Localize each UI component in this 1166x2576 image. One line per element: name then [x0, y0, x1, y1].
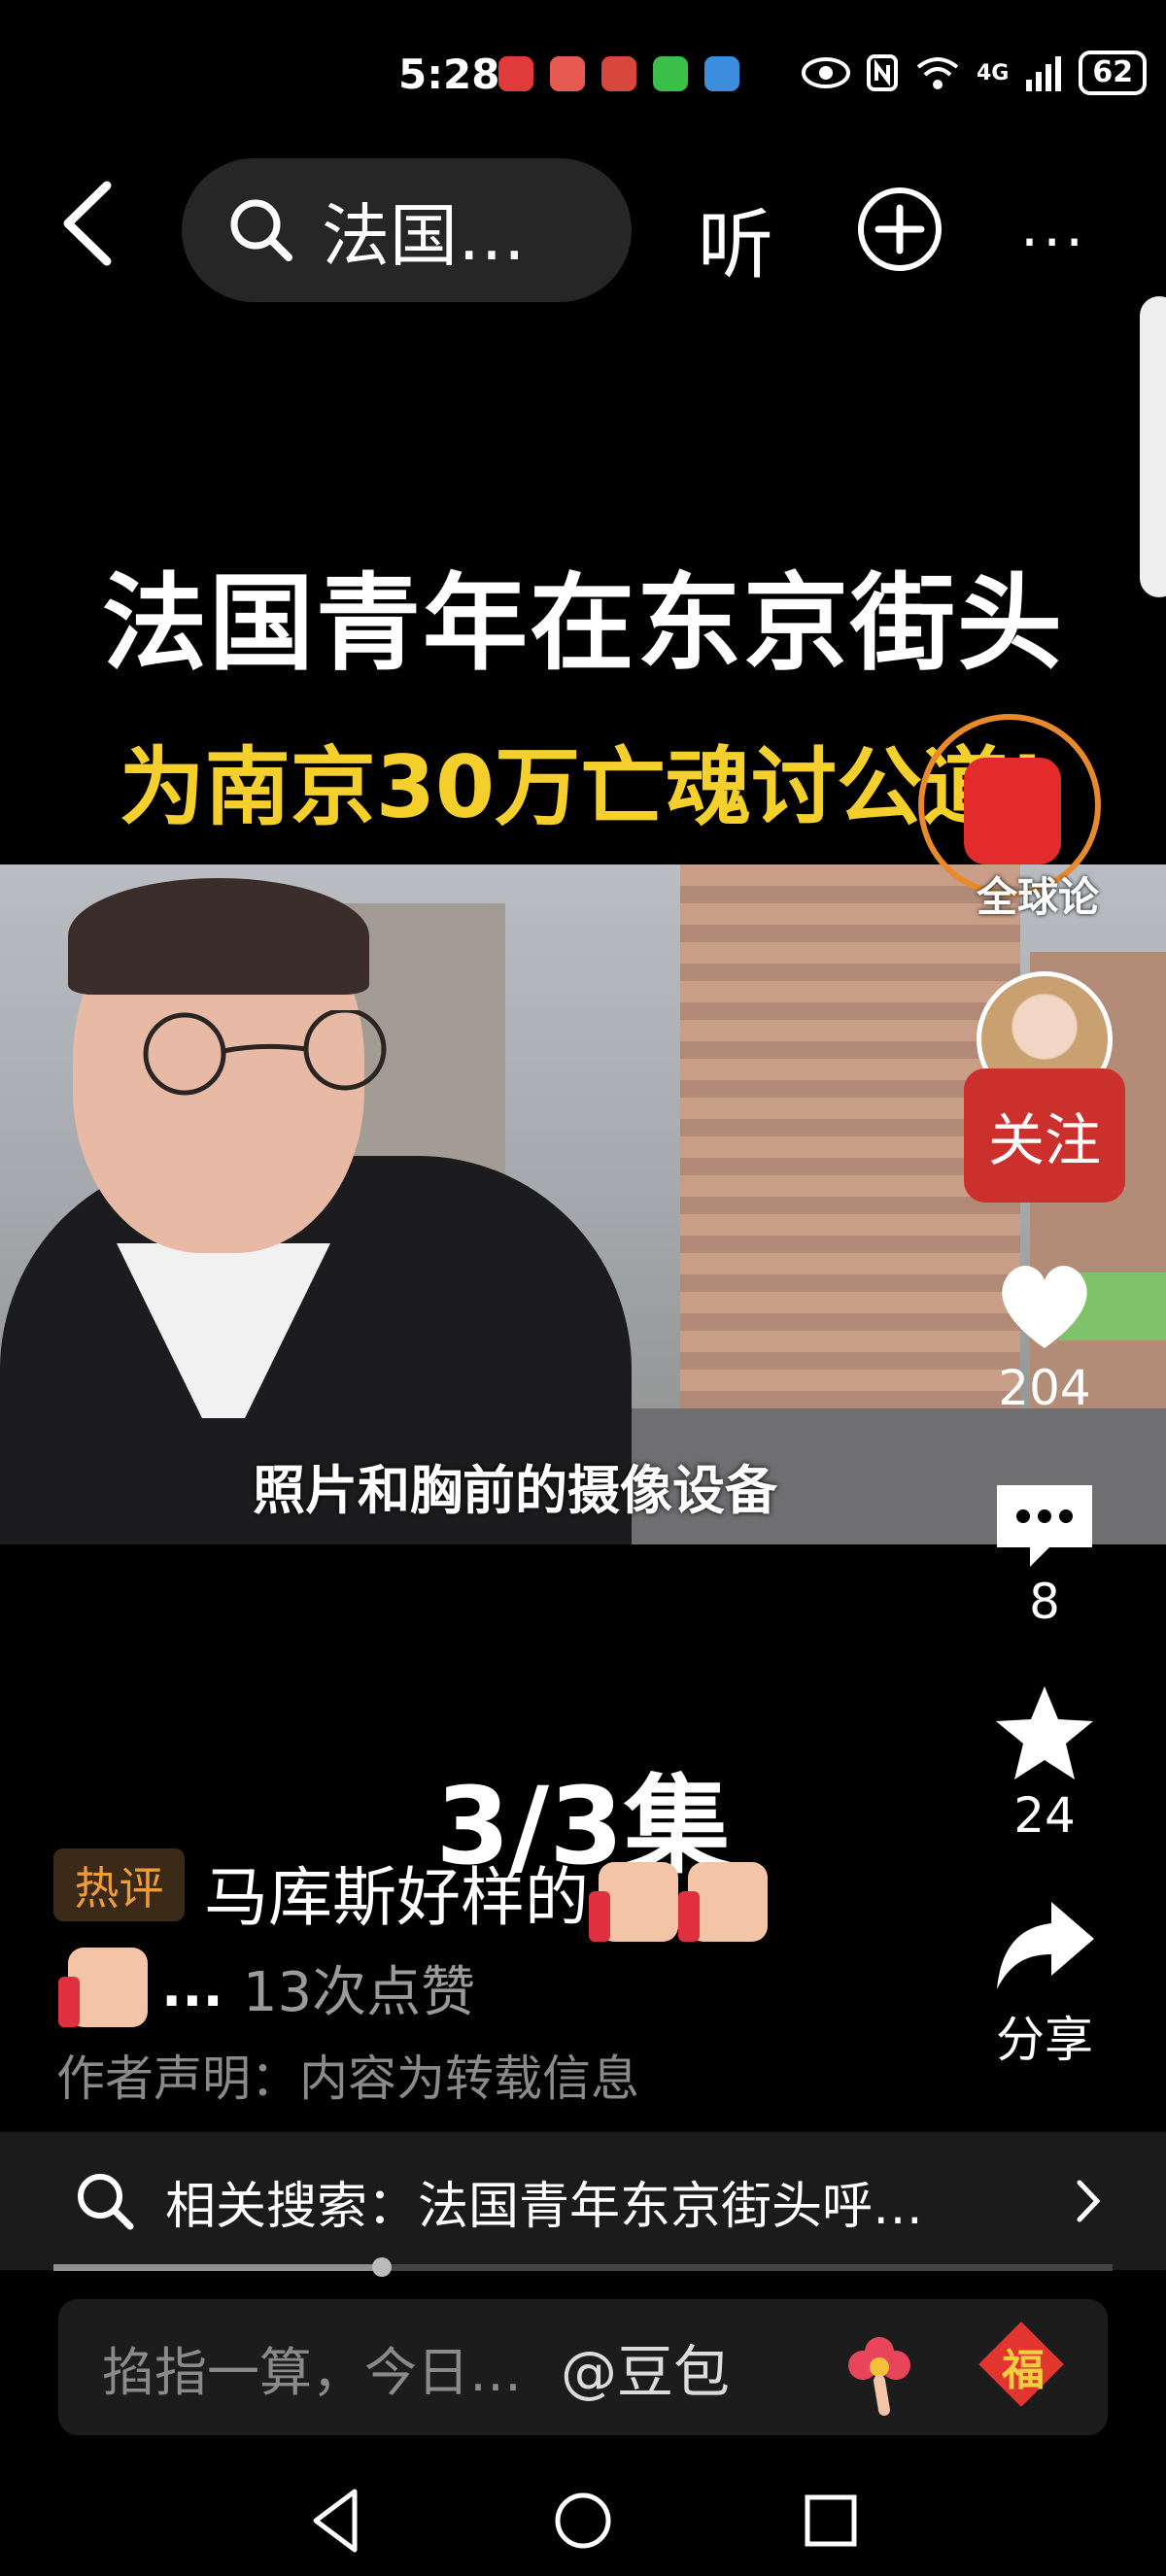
likes-dots: ... — [161, 1955, 223, 2019]
search-bar[interactable]: 法国… — [182, 158, 632, 302]
mention-doubao[interactable]: @豆包 — [561, 2326, 730, 2408]
video-progress-fill — [53, 2264, 382, 2271]
eye-icon — [802, 57, 850, 88]
more-icon[interactable]: ··· — [1020, 209, 1087, 277]
comment-likes: ... 13次点赞 — [58, 1948, 475, 2027]
hot-comment-text: 马库斯好样的 — [204, 1860, 589, 1935]
wifi-icon — [916, 57, 959, 89]
search-icon — [230, 199, 292, 261]
likes-count: 13次点赞 — [242, 1960, 476, 2024]
chevron-right-icon — [1077, 2180, 1101, 2222]
back-icon[interactable] — [58, 180, 117, 267]
status-app-icon-3 — [601, 56, 636, 91]
search-query: 法国… — [322, 195, 526, 276]
follow-button[interactable]: 关注 — [964, 1068, 1125, 1203]
person-hair — [68, 878, 369, 995]
video-title-line1: 法国青年在东京街头 — [101, 563, 1064, 685]
thumbs-up-icon — [589, 1861, 678, 1942]
like-count: 204 — [998, 1360, 1091, 1416]
glasses — [143, 1010, 387, 1096]
author-notice: 作者声明：内容为转载信息 — [56, 2051, 639, 2107]
add-icon[interactable] — [855, 185, 944, 274]
nav-home-icon[interactable] — [544, 2482, 622, 2559]
nav-back-icon[interactable] — [296, 2482, 374, 2559]
nav-recent-icon[interactable] — [792, 2482, 870, 2559]
thumbs-up-icon — [678, 1861, 768, 1942]
hot-comment[interactable]: 马库斯好样的 — [204, 1846, 768, 1942]
red-packet-icon[interactable] — [964, 758, 1061, 864]
status-app-icon-1 — [498, 56, 533, 91]
network-type: 4G — [977, 60, 1010, 85]
video-subtitle: 照片和胸前的摄像设备 — [253, 1460, 777, 1521]
status-indicators: 4G 62 — [802, 49, 1148, 97]
account-label: 全球论 — [977, 873, 1100, 921]
flower-icon[interactable] — [836, 2328, 923, 2416]
nfc-icon — [867, 54, 898, 91]
video-frame[interactable] — [0, 864, 1166, 1544]
status-app-icon-2 — [550, 56, 585, 91]
heart-icon[interactable] — [991, 1253, 1098, 1360]
listen-button[interactable]: 听 — [698, 185, 773, 293]
ai-input-bar[interactable]: 掐指一算，今日… @豆包 — [58, 2299, 1108, 2435]
comment-icon[interactable] — [991, 1472, 1098, 1578]
hot-comment-badge: 热评 — [53, 1848, 185, 1921]
share-icon[interactable] — [991, 1894, 1098, 2001]
status-app-icon-4 — [653, 56, 688, 91]
input-placeholder: 掐指一算，今日… — [102, 2341, 522, 2403]
status-app-icon-5 — [704, 56, 739, 91]
thumbs-up-icon — [58, 1948, 148, 2027]
status-time: 5:28 — [398, 51, 500, 98]
signal-icon — [1026, 56, 1062, 91]
search-icon — [78, 2174, 134, 2230]
share-label[interactable]: 分享 — [947, 2001, 1142, 2071]
fu-char: 福 — [1002, 2346, 1045, 2395]
battery-indicator: 62 — [1079, 51, 1148, 95]
related-search-text: 相关搜索：法国青年东京街头呼… — [165, 2177, 924, 2236]
related-search-bar[interactable]: 相关搜索：法国青年东京街头呼… — [0, 2132, 1166, 2270]
comment-count: 8 — [1029, 1574, 1060, 1630]
video-progress-knob[interactable] — [372, 2257, 392, 2277]
